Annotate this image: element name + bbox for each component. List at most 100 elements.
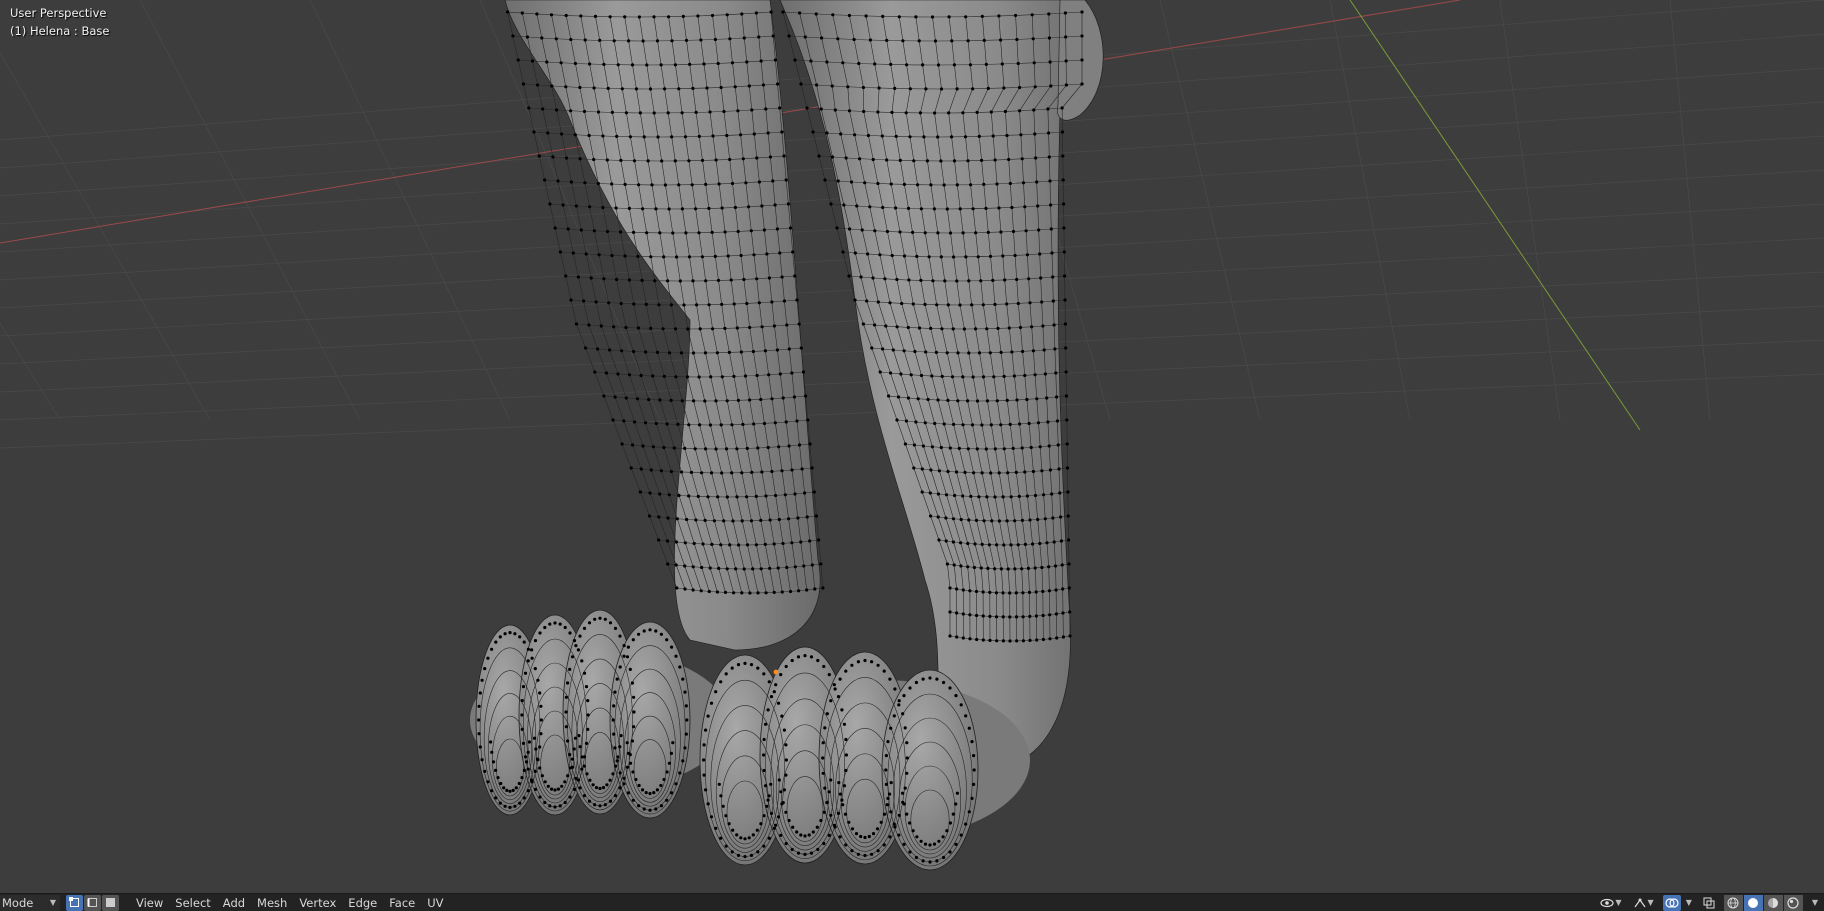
vertex[interactable] bbox=[580, 755, 584, 759]
vertex[interactable] bbox=[974, 589, 979, 594]
vertex[interactable] bbox=[748, 325, 752, 330]
vertex[interactable] bbox=[1011, 229, 1016, 234]
vertex[interactable] bbox=[1047, 12, 1051, 16]
vertex[interactable] bbox=[745, 60, 749, 64]
vertex[interactable] bbox=[572, 747, 576, 751]
vertex[interactable] bbox=[930, 445, 935, 449]
vertex[interactable] bbox=[1016, 543, 1020, 547]
vertex[interactable] bbox=[819, 818, 823, 823]
vertex[interactable] bbox=[711, 134, 715, 138]
vertex[interactable] bbox=[968, 589, 972, 593]
vertex[interactable] bbox=[767, 373, 771, 377]
vertex[interactable] bbox=[950, 375, 955, 379]
vertex[interactable] bbox=[981, 303, 985, 307]
vertex[interactable] bbox=[903, 786, 907, 790]
vertex[interactable] bbox=[615, 277, 619, 282]
vertex[interactable] bbox=[559, 61, 563, 65]
vertex[interactable] bbox=[566, 739, 570, 743]
vertex[interactable] bbox=[673, 327, 678, 331]
vertex[interactable] bbox=[858, 157, 862, 161]
vertex[interactable] bbox=[906, 396, 911, 400]
vertex[interactable] bbox=[498, 801, 502, 805]
vertex[interactable] bbox=[810, 563, 814, 567]
vertex[interactable] bbox=[724, 814, 728, 818]
vertex[interactable] bbox=[1047, 155, 1051, 159]
vertex[interactable] bbox=[585, 772, 589, 776]
vertex[interactable] bbox=[499, 781, 503, 786]
vertex[interactable] bbox=[945, 829, 949, 833]
vertex[interactable] bbox=[780, 130, 784, 134]
vertex[interactable] bbox=[825, 131, 829, 135]
vertex[interactable] bbox=[995, 182, 999, 186]
vertex[interactable] bbox=[736, 663, 741, 667]
vertex[interactable] bbox=[700, 565, 704, 570]
vertex[interactable] bbox=[1080, 34, 1084, 38]
vertex[interactable] bbox=[538, 766, 542, 770]
vertex[interactable] bbox=[568, 753, 572, 757]
vertex[interactable] bbox=[764, 784, 768, 788]
vertex[interactable] bbox=[556, 787, 561, 791]
vertex[interactable] bbox=[666, 562, 670, 566]
vertex[interactable] bbox=[937, 469, 942, 473]
vertex[interactable] bbox=[628, 135, 633, 139]
vertex[interactable] bbox=[768, 518, 772, 522]
vertex[interactable] bbox=[716, 495, 720, 499]
vertex[interactable] bbox=[762, 228, 767, 232]
vertex[interactable] bbox=[986, 86, 990, 90]
vertex[interactable] bbox=[655, 350, 660, 354]
vertex[interactable] bbox=[671, 741, 675, 745]
vertex[interactable] bbox=[1018, 325, 1023, 330]
vertex[interactable] bbox=[612, 704, 616, 708]
vertex[interactable] bbox=[930, 374, 934, 378]
vertex[interactable] bbox=[622, 419, 626, 423]
vertex[interactable] bbox=[932, 842, 937, 846]
vertex[interactable] bbox=[1025, 397, 1029, 402]
vertex[interactable] bbox=[1023, 373, 1027, 378]
vertex[interactable] bbox=[616, 755, 620, 759]
vertex[interactable] bbox=[632, 159, 637, 163]
vertex[interactable] bbox=[566, 227, 570, 231]
vertex[interactable] bbox=[624, 325, 628, 330]
vertex[interactable] bbox=[755, 828, 759, 832]
vertex[interactable] bbox=[799, 833, 803, 837]
active-vertex[interactable] bbox=[773, 669, 779, 675]
toe[interactable] bbox=[881, 669, 979, 871]
vertex[interactable] bbox=[637, 15, 642, 19]
vertex[interactable] bbox=[885, 158, 889, 162]
vertex[interactable] bbox=[564, 156, 569, 160]
vertex[interactable] bbox=[884, 754, 889, 758]
vertex[interactable] bbox=[731, 519, 735, 523]
vertex[interactable] bbox=[517, 781, 521, 786]
vertex[interactable] bbox=[732, 591, 736, 595]
vertex[interactable] bbox=[873, 323, 877, 327]
vertex[interactable] bbox=[725, 567, 729, 571]
vertex[interactable] bbox=[954, 842, 958, 847]
vertex[interactable] bbox=[538, 795, 542, 799]
vertex[interactable] bbox=[672, 446, 676, 450]
vertex[interactable] bbox=[534, 747, 538, 751]
vertex[interactable] bbox=[719, 423, 723, 427]
vertex[interactable] bbox=[995, 639, 999, 643]
vertex[interactable] bbox=[1062, 226, 1066, 230]
vertex[interactable] bbox=[483, 769, 487, 774]
vertex[interactable] bbox=[723, 590, 728, 595]
vertex[interactable] bbox=[923, 231, 927, 235]
vertex[interactable] bbox=[1045, 541, 1049, 545]
vertex[interactable] bbox=[719, 680, 723, 684]
vertex[interactable] bbox=[1063, 11, 1067, 15]
vertex[interactable] bbox=[954, 802, 958, 806]
vertex[interactable] bbox=[1045, 396, 1049, 400]
vertex[interactable] bbox=[560, 132, 564, 136]
vertex[interactable] bbox=[680, 207, 685, 211]
vertex[interactable] bbox=[522, 796, 526, 800]
vertex[interactable] bbox=[674, 782, 678, 786]
vertex[interactable] bbox=[624, 396, 628, 400]
vertex[interactable] bbox=[793, 492, 797, 496]
vertex[interactable] bbox=[908, 135, 912, 139]
vertex[interactable] bbox=[669, 751, 674, 756]
vertex[interactable] bbox=[622, 654, 626, 658]
vertex[interactable] bbox=[775, 227, 780, 231]
vertex[interactable] bbox=[921, 63, 925, 67]
vertex[interactable] bbox=[756, 446, 760, 450]
vertex[interactable] bbox=[901, 712, 905, 716]
